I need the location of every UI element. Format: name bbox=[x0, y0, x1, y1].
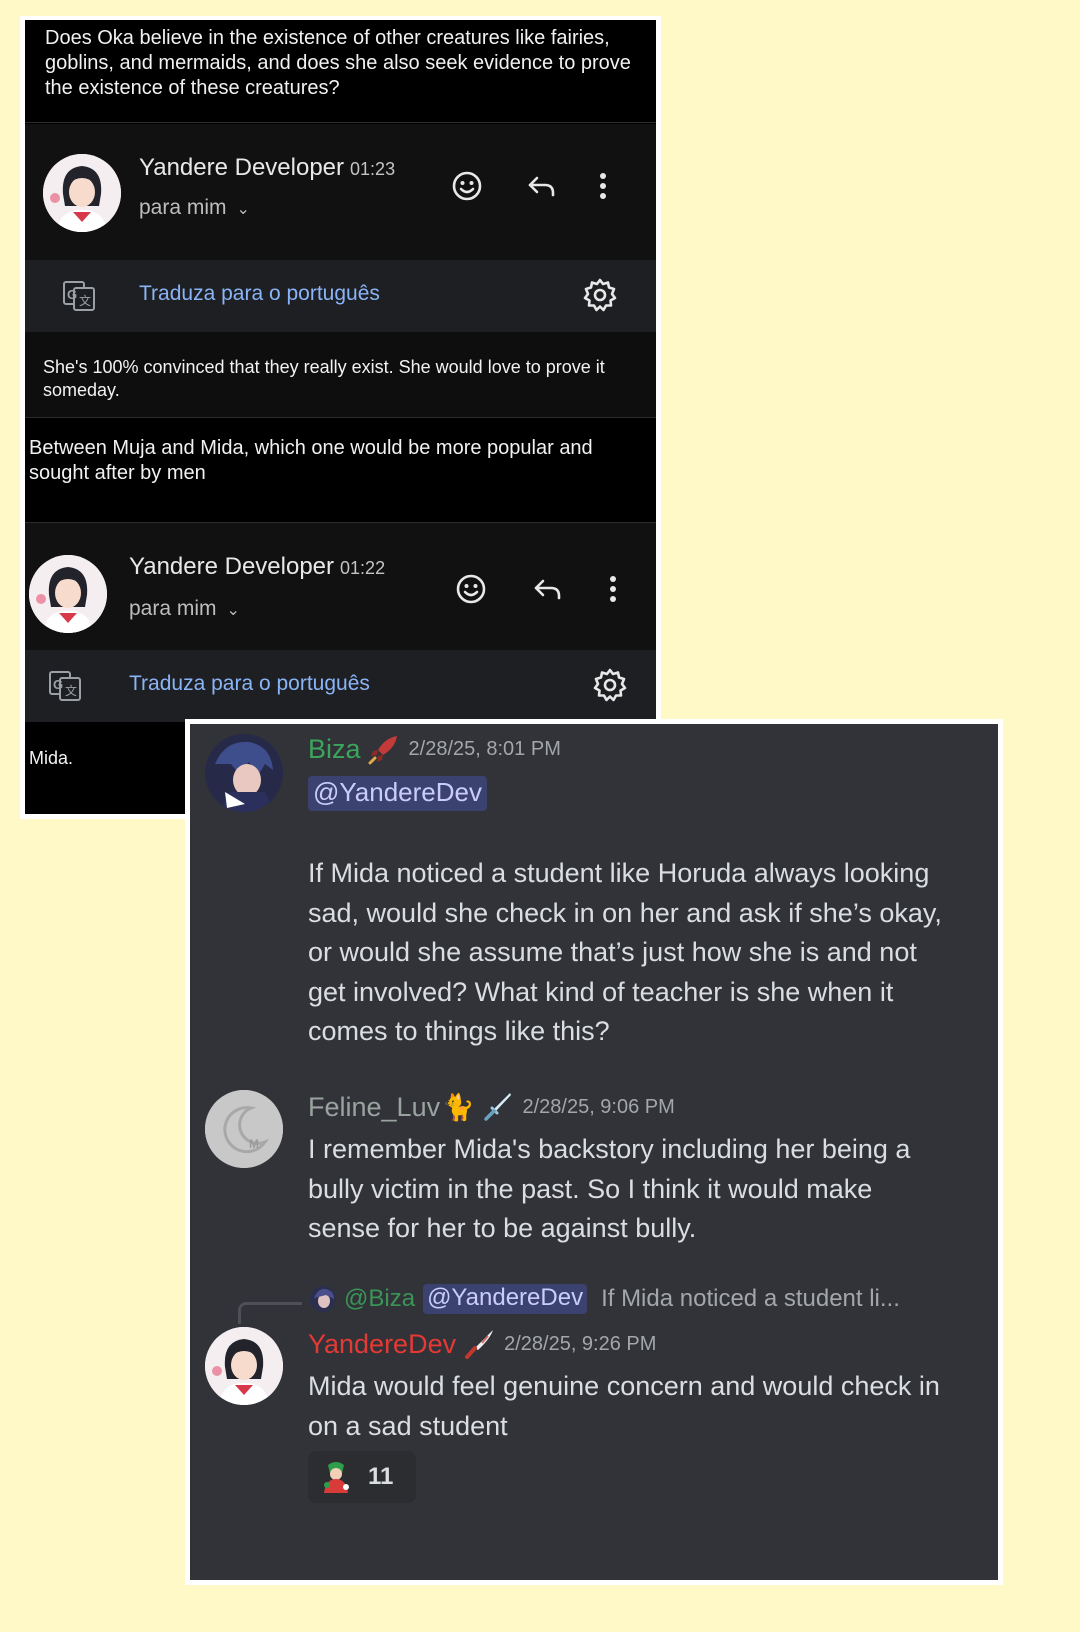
knife-icon bbox=[465, 1330, 494, 1359]
message-header: Biza 2/28/25, 8:01 PM bbox=[308, 732, 561, 766]
recipient-dropdown[interactable]: para mim ⌄ bbox=[129, 597, 240, 621]
settings-gear-icon[interactable] bbox=[591, 666, 629, 704]
settings-gear-icon[interactable] bbox=[581, 276, 619, 314]
email-body-2: Mida. bbox=[29, 748, 74, 768]
message-text: I remember Mida's backstory including he… bbox=[308, 1134, 911, 1243]
question-2: Between Muja and Mida, which one would b… bbox=[25, 420, 656, 523]
emoji-icon bbox=[452, 171, 482, 201]
reaction-count: 11 bbox=[368, 1463, 394, 1490]
more-options-button[interactable] bbox=[581, 164, 625, 208]
sender-label: Yandere Developer bbox=[139, 154, 345, 181]
google-translate-icon: G 文 bbox=[63, 281, 95, 311]
reply-snippet: If Mida noticed a student li... bbox=[601, 1285, 900, 1312]
user-mention[interactable]: @YandereDev bbox=[308, 776, 487, 811]
sender-name: Yandere Developer 01:22 bbox=[129, 553, 385, 581]
reply-icon bbox=[528, 176, 555, 197]
chevron-down-icon: ⌄ bbox=[226, 602, 240, 619]
more-options-button[interactable] bbox=[591, 567, 635, 611]
reply-connector bbox=[238, 1302, 302, 1324]
recipient-label: para mim bbox=[139, 196, 227, 219]
timestamp: 2/28/25, 9:06 PM bbox=[522, 1095, 675, 1118]
timestamp: 2/28/25, 8:01 PM bbox=[408, 737, 561, 760]
svg-text:G: G bbox=[53, 677, 63, 692]
reply-reference[interactable]: @Biza @YandereDev If Mida noticed a stud… bbox=[310, 1284, 900, 1314]
emoji-icon bbox=[456, 574, 486, 604]
reply-button[interactable] bbox=[525, 567, 569, 611]
character-emoji-icon bbox=[324, 1462, 349, 1493]
message-text: If Mida noticed a student like Horuda al… bbox=[308, 858, 942, 1046]
message-text: Mida would feel genuine concern and woul… bbox=[308, 1371, 940, 1441]
svg-text:文: 文 bbox=[65, 683, 77, 698]
message-header: Feline_Luv 🐈 2/28/25, 9:06 PM bbox=[308, 1090, 675, 1124]
reply-mention: @YandereDev bbox=[423, 1284, 588, 1314]
email-header-2[interactable]: Yandere Developer 01:22 para mim ⌄ bbox=[25, 523, 656, 659]
sender-name: Yandere Developer 01:23 bbox=[139, 154, 395, 182]
reply-button[interactable] bbox=[519, 164, 563, 208]
timestamp: 2/28/25, 9:26 PM bbox=[504, 1332, 657, 1355]
author-name[interactable]: Biza bbox=[308, 734, 361, 765]
avatar[interactable] bbox=[29, 555, 107, 633]
author-name[interactable]: Feline_Luv bbox=[308, 1092, 440, 1123]
avatar[interactable] bbox=[205, 1327, 283, 1405]
svg-text:G: G bbox=[67, 287, 77, 302]
discord-screenshot: Biza 2/28/25, 8:01 PM @YandereDev If Mid… bbox=[185, 719, 1003, 1585]
reply-avatar bbox=[310, 1286, 336, 1312]
emoji-react-button[interactable] bbox=[445, 164, 489, 208]
reaction-button[interactable]: 11 bbox=[308, 1451, 416, 1503]
recipient-label: para mim bbox=[129, 597, 217, 620]
translate-bar-2: G 文 Traduza para o português bbox=[25, 650, 656, 722]
avatar[interactable] bbox=[43, 154, 121, 232]
reply-icon bbox=[534, 579, 561, 600]
email-time: 01:22 bbox=[340, 558, 386, 578]
email-header-1[interactable]: Yandere Developer 01:23 para mim ⌄ bbox=[25, 124, 656, 260]
cat-emoji-icon: 🐈 bbox=[442, 1091, 475, 1122]
sender-label: Yandere Developer bbox=[129, 553, 335, 580]
translate-link[interactable]: Traduza para o português bbox=[139, 282, 380, 306]
gmail-thread: Does Oka believe in the existence of oth… bbox=[25, 20, 656, 814]
translate-link[interactable]: Traduza para o português bbox=[129, 672, 370, 696]
gmail-screenshot: Does Oka believe in the existence of oth… bbox=[20, 16, 661, 819]
emoji-react-button[interactable] bbox=[449, 567, 493, 611]
avatar[interactable]: M bbox=[205, 1090, 283, 1168]
svg-text:文: 文 bbox=[79, 293, 91, 308]
google-translate-icon: G 文 bbox=[49, 671, 81, 701]
more-icon bbox=[600, 173, 606, 199]
reply-author: @Biza bbox=[344, 1285, 416, 1312]
author-name[interactable]: YandereDev bbox=[308, 1329, 456, 1360]
question-1: Does Oka believe in the existence of oth… bbox=[25, 20, 656, 123]
more-icon bbox=[610, 576, 616, 602]
svg-text:M: M bbox=[249, 1137, 259, 1151]
message-header: YandereDev 2/28/25, 9:26 PM bbox=[308, 1327, 656, 1361]
discord-chat: Biza 2/28/25, 8:01 PM @YandereDev If Mid… bbox=[190, 724, 998, 1580]
avatar[interactable] bbox=[205, 734, 283, 812]
sword-icon bbox=[484, 1093, 512, 1121]
translate-bar-1: G 文 Traduza para o português bbox=[25, 260, 656, 332]
rocket-icon bbox=[368, 736, 397, 765]
recipient-dropdown[interactable]: para mim ⌄ bbox=[139, 196, 250, 220]
email-body-1: She's 100% convinced that they really ex… bbox=[25, 332, 656, 418]
chevron-down-icon: ⌄ bbox=[236, 201, 250, 218]
email-time: 01:23 bbox=[350, 159, 396, 179]
